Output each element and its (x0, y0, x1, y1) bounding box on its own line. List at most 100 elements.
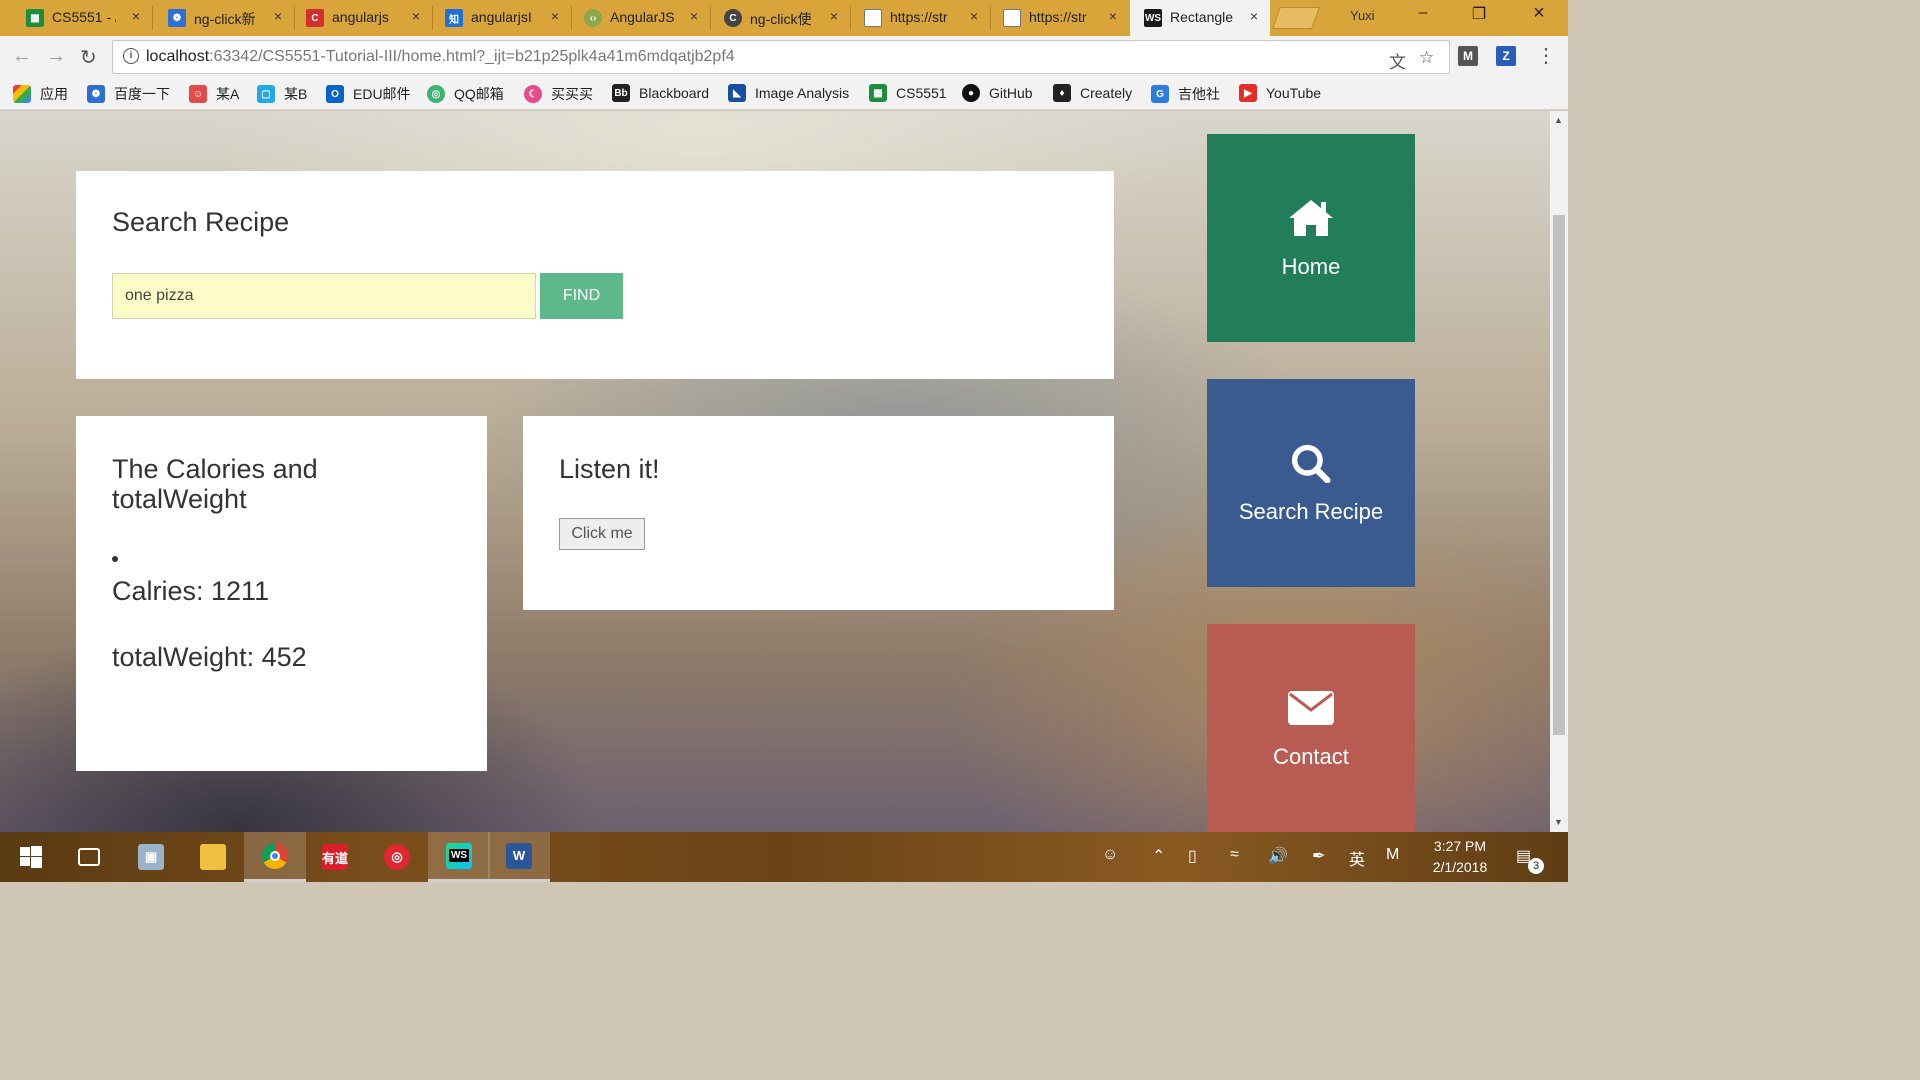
chevron-up-icon[interactable]: ⌃ (1152, 846, 1165, 866)
scroll-down-icon[interactable]: ▼ (1554, 817, 1563, 827)
taskbar-app[interactable] (182, 832, 244, 882)
tab-label: https://str (890, 9, 948, 25)
browser-tab[interactable]: ▦ CS5551 - / × (0, 0, 152, 36)
page-icon (864, 9, 882, 27)
contact-tile[interactable]: Contact (1207, 624, 1415, 832)
profile-name[interactable]: Yuxi (1350, 8, 1375, 23)
list-bullet (112, 556, 118, 562)
browser-tab[interactable]: 知 angularjsI × (419, 0, 571, 36)
chrome-icon (262, 842, 288, 869)
find-button[interactable]: FIND (540, 273, 623, 319)
bookmark-item[interactable]: O EDU邮件 (326, 84, 411, 104)
scroll-up-icon[interactable]: ▲ (1554, 115, 1563, 125)
address-bar[interactable]: i localhost:63342/CS5551-Tutorial-III/ho… (112, 40, 1450, 74)
window-close-icon[interactable]: × (1516, 2, 1562, 25)
taskbar-app[interactable]: ▣ (120, 832, 182, 882)
bookmark-item[interactable]: ◣ Image Analysis (728, 84, 849, 102)
moon-icon: ☾ (524, 85, 542, 103)
wifi-icon[interactable]: ≈ (1230, 846, 1239, 864)
bookmark-item[interactable]: G 吉他社 (1151, 84, 1220, 104)
search-icon (1291, 444, 1331, 483)
apps-grid-icon (13, 85, 31, 103)
close-icon[interactable]: × (132, 8, 140, 24)
webstorm-icon: WS (1144, 9, 1162, 27)
tab-label: CS5551 - / (52, 9, 116, 25)
restore-icon[interactable]: ❐ (1456, 4, 1502, 24)
battery-icon[interactable]: ▯ (1188, 846, 1197, 866)
taskbar-app[interactable]: 有道 (304, 832, 366, 882)
bookmark-item[interactable]: ▢ 某B (257, 84, 307, 104)
ime-language-indicator[interactable]: 英 (1349, 846, 1365, 870)
volume-icon[interactable]: 🔊 (1268, 846, 1288, 866)
zhihu-icon: 知 (445, 9, 463, 27)
bookmark-item[interactable]: Bb Blackboard (612, 84, 709, 102)
page-scrollbar[interactable]: ▲ ▼ (1550, 111, 1568, 832)
info-icon[interactable]: i (123, 48, 139, 64)
new-tab-button[interactable] (1271, 7, 1321, 29)
minimize-icon[interactable]: – (1400, 4, 1446, 22)
people-icon[interactable]: ☺ (1102, 846, 1118, 864)
bookmarks-bar: 应用 ❁ 百度一下 ☺ 某A ▢ 某B O EDU邮件 ◎ QQ邮箱 ☾ 买买买 Bb Bla… (0, 78, 1568, 110)
browser-tab[interactable]: https://str × (977, 0, 1129, 36)
url-text[interactable]: localhost:63342/CS5551-Tutorial-III/home… (146, 48, 735, 66)
bookmark-item[interactable]: ❁ 百度一下 (87, 84, 170, 104)
close-icon[interactable]: × (1250, 8, 1258, 24)
tab-label: https://str (1029, 9, 1087, 25)
extension-icon[interactable]: M (1458, 46, 1478, 66)
angular-icon: ‹› (584, 9, 602, 27)
bookmark-star-icon[interactable]: ☆ (1419, 48, 1434, 68)
browser-toolbar: ← → ↻ i localhost:63342/CS5551-Tutorial-… (0, 36, 1568, 78)
home-icon (1289, 200, 1333, 236)
c-logo-icon: C (306, 9, 324, 27)
browser-tab[interactable]: C angularjs × (280, 0, 432, 36)
taskbar-app[interactable]: ◎ (366, 832, 428, 882)
ime-mode-indicator[interactable]: M (1386, 846, 1399, 864)
bookmark-item[interactable]: ♦ Creately (1053, 84, 1132, 102)
zotero-icon[interactable]: Z (1496, 46, 1516, 66)
task-view-button[interactable] (58, 832, 120, 882)
taskbar-app-chrome[interactable] (244, 832, 306, 882)
bookmark-item[interactable]: ▦ CS5551 (869, 84, 947, 102)
bookmark-item[interactable]: 应用 (13, 84, 68, 104)
search-tile-label: Search Recipe (1238, 499, 1384, 524)
home-tile-label: Home (1281, 254, 1341, 279)
browser-tab[interactable]: C ng-click使 × (698, 0, 850, 36)
bookmark-item[interactable]: ☺ 某A (189, 84, 239, 104)
back-arrow-icon[interactable]: ← (12, 45, 32, 68)
menu-kebab-icon[interactable]: ⋮ (1536, 43, 1556, 68)
taskbar-app-word[interactable]: W (488, 832, 550, 882)
start-button[interactable] (0, 832, 62, 882)
reload-icon[interactable]: ↻ (80, 45, 97, 70)
system-clock[interactable]: 3:27 PM 2/1/2018 (1420, 836, 1500, 878)
flag-icon: ◣ (728, 84, 746, 102)
browser-tab[interactable]: ❁ ng-click新 × (142, 0, 294, 36)
close-icon[interactable]: × (1109, 8, 1117, 24)
contact-tile-label: Contact (1273, 744, 1349, 769)
tab-label: ng-click使 (750, 11, 812, 27)
folder-icon (200, 844, 226, 870)
youdao-icon: 有道 (322, 844, 348, 870)
bookmark-item[interactable]: ☾ 买买买 (524, 84, 593, 104)
total-weight-value: totalWeight: 452 (112, 642, 307, 672)
translate-icon[interactable]: 文 (1389, 48, 1406, 73)
bookmark-item[interactable]: ● GitHub (962, 84, 1033, 102)
pen-icon[interactable]: ✒ (1312, 846, 1325, 866)
bookmark-item[interactable]: ◎ QQ邮箱 (427, 84, 504, 104)
browser-tab-active[interactable]: WS Rectangle × (1130, 0, 1270, 36)
search-recipe-card: Search Recipe one pizza FIND (76, 171, 1114, 379)
envelope-icon (1288, 691, 1334, 725)
close-icon[interactable]: × (830, 8, 838, 24)
home-tile[interactable]: Home (1207, 134, 1415, 342)
forward-arrow-icon[interactable]: → (46, 45, 66, 68)
recipe-search-input[interactable]: one pizza (112, 273, 536, 319)
scroll-thumb[interactable] (1553, 215, 1565, 735)
browser-tab[interactable]: https://str × (838, 0, 990, 36)
close-icon[interactable]: × (690, 8, 698, 24)
click-me-button[interactable]: Click me (559, 518, 645, 550)
bookmark-item[interactable]: ▶ YouTube (1239, 84, 1321, 102)
browser-tab[interactable]: ‹› AngularJS × (558, 0, 710, 36)
search-recipe-tile[interactable]: Search Recipe (1207, 379, 1415, 587)
acfun-icon: ☺ (189, 85, 207, 103)
notification-badge: 3 (1528, 858, 1544, 874)
taskbar-app-webstorm[interactable]: WS (428, 832, 490, 882)
